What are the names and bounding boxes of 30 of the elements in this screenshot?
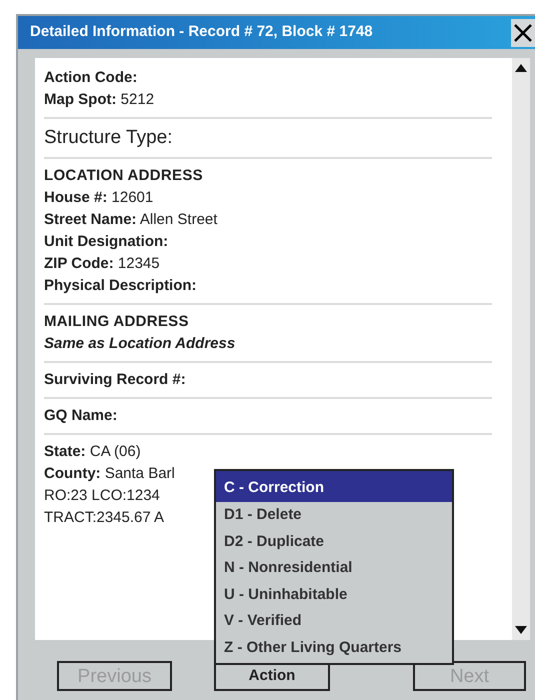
scroll-up-icon[interactable]: [514, 62, 528, 74]
field-text: County: Santa Barl: [44, 464, 175, 484]
field-text: Surviving Record #:: [44, 370, 186, 390]
menu-item[interactable]: D1 - Delete: [216, 502, 452, 528]
menu-item[interactable]: Z - Other Living Quarters: [216, 634, 452, 661]
window-title: Detailed Information - Record # 72, Block # 1748: [30, 22, 373, 42]
section-heading: MAILING ADDRESS: [44, 312, 189, 332]
field-text: Map Spot: 5212: [44, 90, 154, 110]
field-text: Physical Description:: [44, 276, 197, 296]
field-text: Unit Designation:: [44, 232, 168, 252]
close-icon: [513, 22, 533, 42]
field-text: Action Code:: [44, 68, 138, 88]
note-text: Same as Location Address: [44, 334, 236, 354]
scrollbar[interactable]: [512, 58, 530, 640]
field-text: GQ Name:: [44, 406, 118, 426]
menu-item[interactable]: V - Verified: [216, 608, 452, 634]
field-text: TRACT:2345.67 A: [44, 508, 164, 528]
menu-item[interactable]: C - Correction: [216, 471, 452, 502]
field-text: RO:23 LCO:1234: [44, 486, 160, 506]
menu-item[interactable]: N - Nonresidential: [216, 555, 452, 582]
field-text: House #: 12601: [44, 188, 154, 208]
field-text: State: CA (06): [44, 442, 141, 462]
menu-item[interactable]: D2 - Duplicate: [216, 528, 452, 555]
field-text: ZIP Code: 12345: [44, 254, 160, 274]
scroll-down-icon[interactable]: [514, 624, 528, 636]
field-text: Street Name: Allen Street: [44, 210, 218, 230]
close-button[interactable]: [511, 18, 535, 46]
menu-item[interactable]: U - Uninhabitable: [216, 582, 452, 608]
section-label: Structure Type:: [44, 126, 172, 150]
section-heading: LOCATION ADDRESS: [44, 166, 203, 186]
